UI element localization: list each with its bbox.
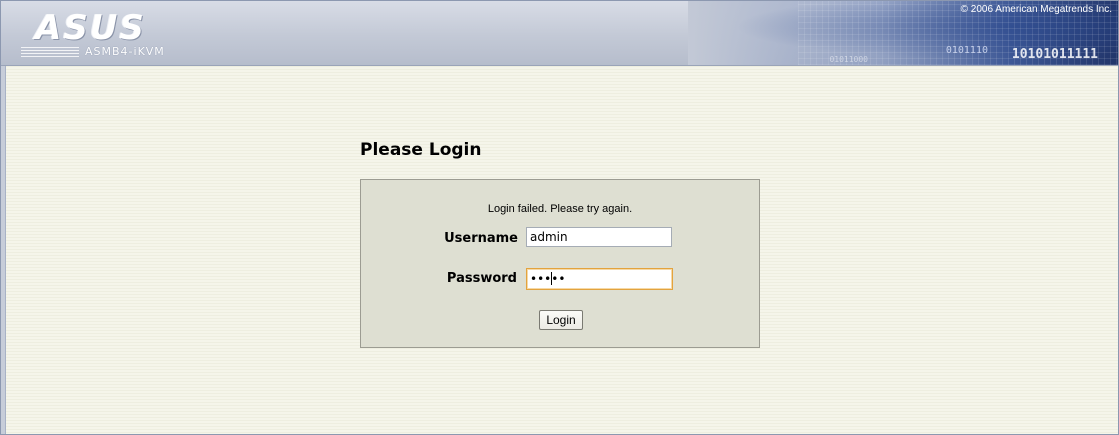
username-label: Username xyxy=(444,231,518,246)
login-button[interactable]: Login xyxy=(539,310,583,330)
brand-logo-text: ASUS xyxy=(35,8,146,48)
header-banner: 01011000 0101110 10101011111 © 2006 Amer… xyxy=(1,1,1118,66)
page-frame: 01011000 0101110 10101011111 © 2006 Amer… xyxy=(0,0,1119,435)
page-title: Please Login xyxy=(360,140,482,160)
password-label: Password xyxy=(446,271,517,286)
login-status-message: Login failed. Please try again. xyxy=(487,203,633,215)
binary-decoration: 01011000 xyxy=(829,55,868,64)
binary-decoration: 10101011111 xyxy=(1011,47,1098,62)
text-caret xyxy=(551,272,552,285)
copyright-text: © 2006 American Megatrends Inc. xyxy=(960,4,1112,15)
username-input[interactable] xyxy=(526,227,672,247)
password-input[interactable] xyxy=(526,268,673,290)
brand-logo: ASUS ASMB4-iKVM xyxy=(21,7,171,61)
product-model: ASMB4-iKVM xyxy=(85,45,165,58)
logo-stripes xyxy=(21,47,79,59)
binary-decoration: 0101110 xyxy=(945,45,988,56)
login-form: Login failed. Please try again. Username… xyxy=(360,179,760,348)
